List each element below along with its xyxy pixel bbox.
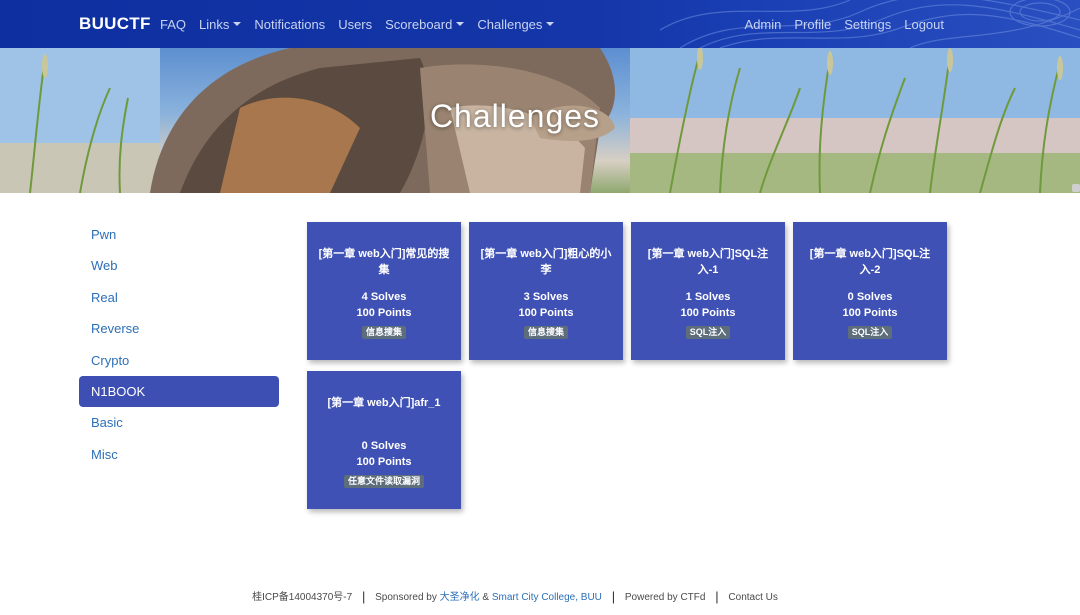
chevron-down-icon <box>456 22 465 26</box>
challenge-points: 100 Points <box>518 307 574 319</box>
challenge-points: 100 Points <box>842 307 898 319</box>
footer-separator: | <box>715 589 719 604</box>
footer: 桂ICP备14004370号-7 | Sponsored by 大圣净化 & S… <box>0 588 1030 604</box>
challenge-solves: 1 Solves <box>685 291 731 303</box>
challenge-tag-badge: 信息搜集 <box>523 326 568 339</box>
challenge-card[interactable]: [第一章 web入门]SQL注入-2 0 Solves 100 Points SQL注… <box>793 222 947 360</box>
footer-sponsor2-link[interactable]: Smart City College, BUU <box>492 592 602 603</box>
challenge-points: 100 Points <box>680 307 736 319</box>
category-item-n1book[interactable]: N1BOOK <box>79 375 279 408</box>
nav-link-admin[interactable]: Admin <box>745 17 782 32</box>
nav-link-settings[interactable]: Settings <box>844 17 891 32</box>
category-item-crypto[interactable]: Crypto <box>79 345 279 376</box>
nav-left-links: FAQ Links Notifications Users Scoreboard Chal… <box>160 17 555 32</box>
footer-separator: | <box>611 589 616 604</box>
challenge-tag-badge: 任意文件读取漏洞 <box>343 475 424 488</box>
nav-link-scoreboard[interactable]: Scoreboard <box>385 17 465 32</box>
footer-icp[interactable]: 桂ICP备14004370号-7 <box>252 592 352 603</box>
scrollbar-thumb[interactable] <box>1072 184 1080 192</box>
challenge-solves: 3 Solves <box>523 291 569 303</box>
footer-separator: | <box>361 589 366 604</box>
category-item-reverse[interactable]: Reverse <box>79 313 279 344</box>
footer-sponsor1-link[interactable]: 大圣净化 <box>440 592 480 603</box>
category-item-misc[interactable]: Misc <box>79 439 279 470</box>
nav-right-links: Admin Profile Settings Logout <box>745 17 944 32</box>
hero-banner: Challenges <box>0 48 1080 193</box>
chevron-down-icon <box>233 22 242 26</box>
category-item-basic[interactable]: Basic <box>79 407 279 438</box>
challenge-card[interactable]: [第一章 web入门]SQL注入-1 1 Solves 100 Points SQL注… <box>631 222 785 360</box>
nav-link-label: FAQ <box>160 17 187 32</box>
challenge-points: 100 Points <box>356 456 412 468</box>
challenge-solves: 0 Solves <box>361 440 407 452</box>
top-navbar: BUUCTF FAQ Links Notifications Users Scorebo… <box>0 0 1080 48</box>
challenge-name: [第一章 web入门]SQL注入-2 <box>809 248 931 276</box>
nav-link-users[interactable]: Users <box>338 17 372 32</box>
challenge-solves: 0 Solves <box>847 291 893 303</box>
category-item-pwn[interactable]: Pwn <box>79 219 279 250</box>
challenge-card[interactable]: [第一章 web入门]常见的搜集 4 Solves 100 Points 信息搜集 <box>307 222 461 360</box>
challenge-tag-wrapper: 信息搜集 <box>307 322 461 340</box>
challenge-solves: 4 Solves <box>361 291 407 303</box>
challenge-tag-badge: SQL注入 <box>685 326 731 339</box>
nav-link-label: Scoreboard <box>385 17 453 32</box>
category-item-web[interactable]: Web <box>79 250 279 281</box>
nav-link-notifications[interactable]: Notifications <box>254 17 325 32</box>
challenge-tag-badge: SQL注入 <box>847 326 893 339</box>
page-title: Challenges <box>429 98 601 134</box>
nav-link-label: Notifications <box>254 17 326 32</box>
nav-link-label: Links <box>199 17 230 32</box>
nav-link-logout[interactable]: Logout <box>904 17 944 32</box>
challenge-card[interactable]: [第一章 web入门]afr_1 0 Solves 100 Points 任意文件读取… <box>307 371 461 509</box>
challenge-name: [第一章 web入门]粗心的小李 <box>480 248 612 276</box>
challenge-tag-wrapper: SQL注入 <box>631 322 785 340</box>
footer-amp: & <box>482 592 490 603</box>
category-sidebar: Pwn Web Real Reverse Crypto N1BOOK Basic Misc <box>79 219 279 470</box>
nav-link-label: Challenges <box>477 17 543 32</box>
footer-powered-by[interactable]: Powered by CTFd <box>625 592 706 603</box>
challenge-name: [第一章 web入门]SQL注入-1 <box>647 248 769 276</box>
nav-link-faq[interactable]: FAQ <box>160 17 186 32</box>
footer-sponsored-prefix: Sponsored by <box>375 592 437 603</box>
challenge-tag-wrapper: SQL注入 <box>793 322 947 340</box>
challenge-tag-badge: 信息搜集 <box>361 326 406 339</box>
nav-link-links[interactable]: Links <box>199 17 242 32</box>
challenge-points: 100 Points <box>356 307 412 319</box>
challenge-name: [第一章 web入门]afr_1 <box>327 397 441 409</box>
footer-contact-link[interactable]: Contact Us <box>728 592 777 603</box>
nav-link-profile[interactable]: Profile <box>794 17 831 32</box>
nav-link-label: Users <box>338 17 373 32</box>
challenge-card[interactable]: [第一章 web入门]粗心的小李 3 Solves 100 Points 信息搜集 <box>469 222 623 360</box>
chevron-down-icon <box>546 22 555 26</box>
challenge-tag-wrapper: 信息搜集 <box>469 322 623 340</box>
challenge-name: [第一章 web入门]常见的搜集 <box>318 248 450 276</box>
category-item-real[interactable]: Real <box>79 282 279 313</box>
nav-link-challenges[interactable]: Challenges <box>477 17 555 32</box>
challenge-tag-wrapper: 任意文件读取漏洞 <box>307 471 461 489</box>
brand-logo[interactable]: BUUCTF <box>79 14 151 34</box>
